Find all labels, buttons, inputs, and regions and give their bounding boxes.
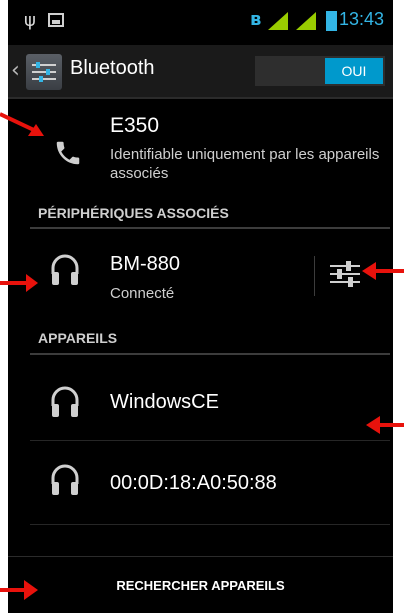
image-icon — [48, 13, 64, 27]
device-name: E350 — [110, 114, 160, 137]
section-divider — [30, 353, 390, 355]
search-devices-button[interactable]: RECHERCHER APPAREILS — [8, 557, 393, 613]
usb-icon: ψ — [24, 10, 36, 31]
signal-icon — [268, 12, 288, 30]
signal-icon — [296, 12, 316, 30]
bluetooth-toggle[interactable]: OUI — [255, 56, 385, 86]
device-visibility-text: Identifiable uniquement par les appareil… — [110, 146, 380, 182]
device-header[interactable]: E350 Identifiable uniquement par les app… — [8, 108, 393, 192]
battery-icon — [326, 11, 337, 31]
devices-section-title: APPAREILS — [38, 330, 118, 346]
status-bar: ψ ʙ 13:43 — [8, 0, 393, 40]
annotation-arrow-icon — [362, 262, 404, 280]
available-device-name: WindowsCE — [110, 391, 219, 413]
row-separator — [314, 256, 315, 296]
annotation-arrow-icon — [0, 112, 44, 136]
phone-icon — [56, 141, 80, 165]
paired-section-title: PÉRIPHÉRIQUES ASSOCIÉS — [38, 205, 229, 221]
headphones-icon — [51, 386, 79, 417]
row-divider — [30, 440, 390, 441]
footer-bar: RECHERCHER APPAREILS — [8, 556, 393, 613]
page-title: Bluetooth — [70, 57, 155, 79]
paired-device-row[interactable]: BM-880 Connecté — [8, 232, 393, 312]
paired-device-name: BM-880 — [110, 253, 181, 275]
headphones-icon — [51, 254, 79, 285]
status-time: 13:43 — [339, 9, 385, 29]
annotation-arrow-icon — [366, 416, 404, 434]
available-device-row[interactable]: 00:0D:18:A0:50:88 — [8, 442, 393, 522]
row-divider — [30, 524, 390, 525]
annotation-arrow-icon — [0, 274, 38, 292]
device-settings-icon[interactable] — [328, 260, 362, 288]
section-divider — [30, 227, 390, 229]
settings-icon[interactable] — [26, 54, 62, 90]
bluetooth-icon: ʙ — [250, 9, 262, 30]
available-device-name: 00:0D:18:A0:50:88 — [110, 472, 277, 494]
annotation-arrow-icon — [0, 580, 38, 600]
back-icon[interactable]: ‹ — [11, 58, 20, 83]
headphones-icon — [51, 464, 79, 495]
toggle-on-label: OUI — [325, 58, 383, 84]
phone-screen: ψ ʙ 13:43 ‹ Bluetooth OUI E350 Identifia… — [8, 0, 393, 613]
available-device-row[interactable]: WindowsCE — [8, 358, 393, 438]
action-bar: ‹ Bluetooth OUI — [8, 45, 393, 99]
paired-device-status: Connecté — [110, 285, 175, 302]
